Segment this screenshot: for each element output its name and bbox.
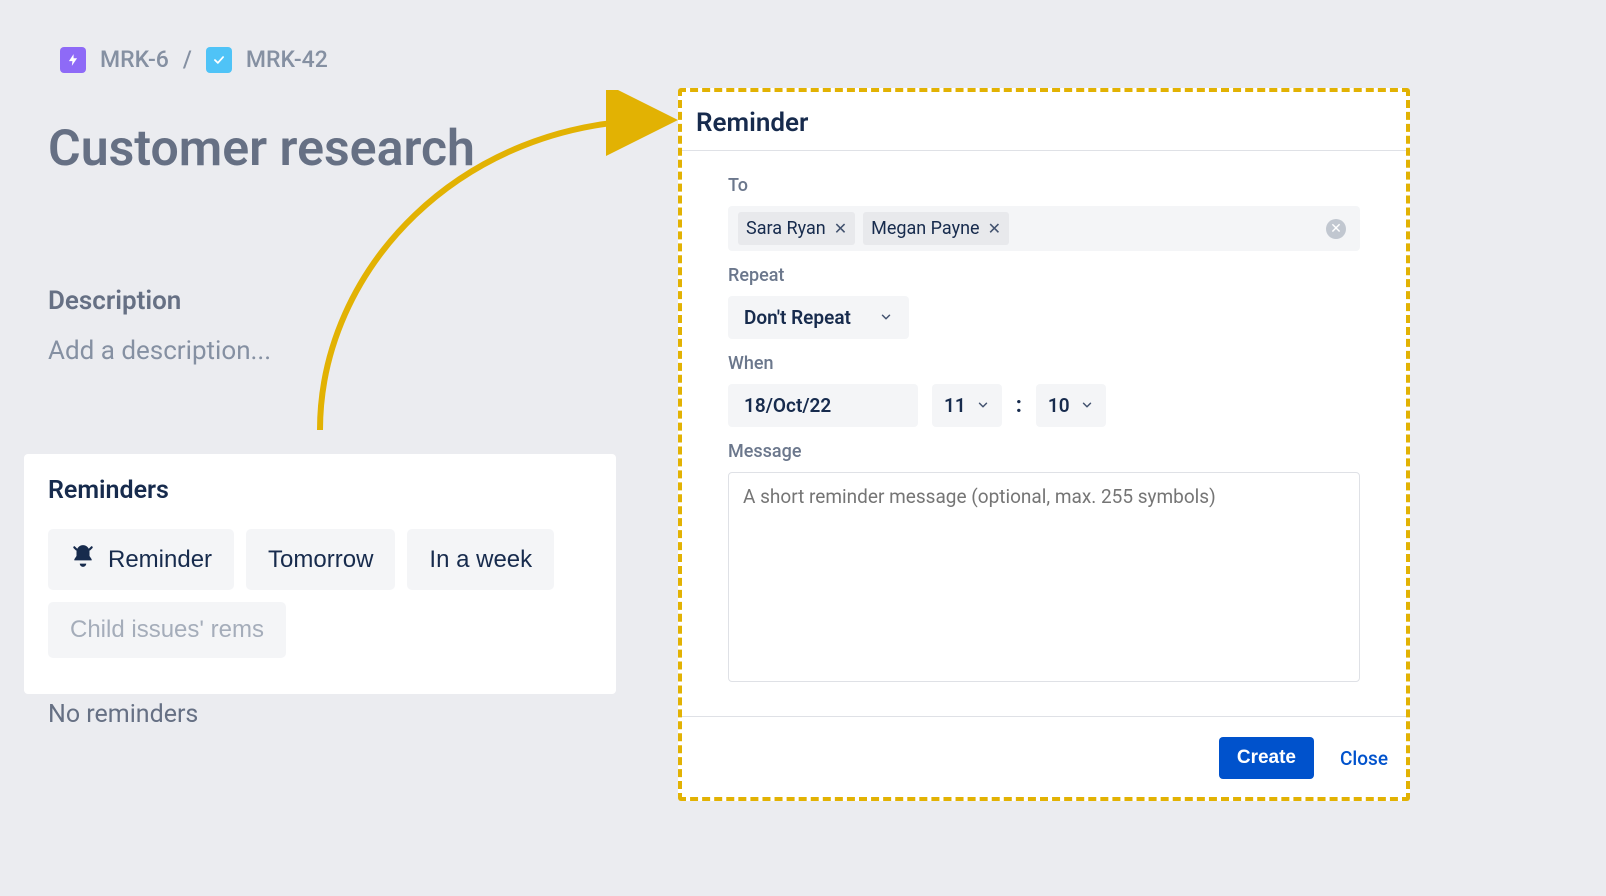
recipient-name: Megan Payne (871, 218, 979, 239)
message-textarea[interactable] (728, 472, 1360, 682)
time-colon: : (1016, 393, 1022, 418)
close-button[interactable]: Close (1340, 747, 1388, 770)
minute-select[interactable]: 10 (1036, 384, 1106, 427)
hour-value: 11 (944, 394, 966, 417)
chevron-down-icon (976, 394, 990, 417)
clear-all-icon[interactable]: ✕ (1326, 219, 1346, 239)
description-placeholder[interactable]: Add a description... (48, 336, 271, 366)
reminder-button-label: Reminder (108, 546, 212, 574)
reminders-card: Reminders Reminder Tomorrow In a week Ch… (24, 454, 616, 694)
breadcrumb-separator: / (183, 46, 192, 73)
to-label: To (728, 175, 1360, 196)
breadcrumb-child[interactable]: MRK-42 (246, 46, 328, 73)
reminders-title: Reminders (48, 476, 592, 505)
recipient-name: Sara Ryan (746, 218, 826, 239)
repeat-label: Repeat (728, 265, 1360, 286)
reminder-modal: Reminder To Sara Ryan ✕ Megan Payne ✕ ✕ … (678, 88, 1410, 801)
task-icon (206, 47, 232, 73)
in-a-week-button[interactable]: In a week (407, 529, 554, 590)
recipient-tag: Megan Payne ✕ (863, 212, 1009, 245)
modal-title: Reminder (682, 92, 1406, 151)
breadcrumb-parent[interactable]: MRK-6 (100, 46, 169, 73)
repeat-select[interactable]: Don't Repeat (728, 296, 909, 339)
to-field[interactable]: Sara Ryan ✕ Megan Payne ✕ ✕ (728, 206, 1360, 251)
remove-recipient-icon[interactable]: ✕ (834, 219, 847, 238)
chevron-down-icon (1080, 394, 1094, 417)
create-button[interactable]: Create (1219, 737, 1314, 779)
description-section: Description Add a description... (48, 286, 271, 366)
epic-icon (60, 47, 86, 73)
breadcrumb: MRK-6 / MRK-42 (60, 46, 328, 73)
recipient-tag: Sara Ryan ✕ (738, 212, 855, 245)
no-reminders-text: No reminders (48, 700, 198, 729)
message-label: Message (728, 441, 1360, 462)
repeat-value: Don't Repeat (744, 306, 851, 329)
minute-value: 10 (1048, 394, 1070, 417)
hour-select[interactable]: 11 (932, 384, 1002, 427)
chevron-down-icon (879, 306, 893, 329)
child-issues-button[interactable]: Child issues' rems (48, 602, 286, 658)
bell-icon (70, 543, 96, 576)
when-label: When (728, 353, 1360, 374)
date-input[interactable]: 18/Oct/22 (728, 384, 918, 427)
description-label: Description (48, 286, 271, 316)
tomorrow-button[interactable]: Tomorrow (246, 529, 395, 590)
remove-recipient-icon[interactable]: ✕ (988, 219, 1001, 238)
reminder-button[interactable]: Reminder (48, 529, 234, 590)
page-title: Customer research (48, 120, 475, 178)
